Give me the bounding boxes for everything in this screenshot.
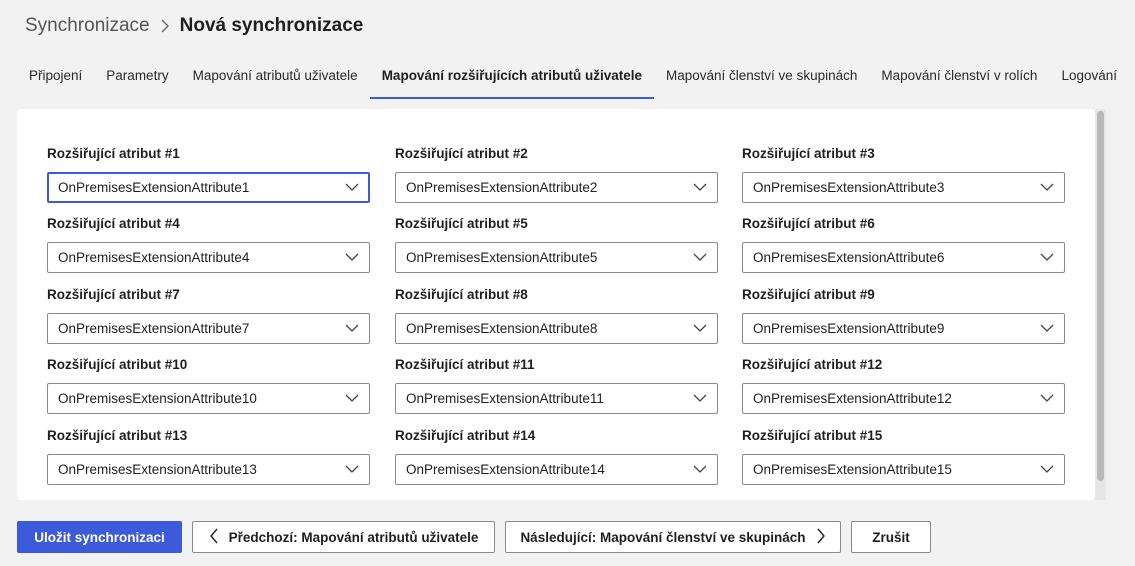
attribute-select[interactable]: OnPremisesExtensionAttribute1 (47, 172, 370, 203)
attribute-select[interactable]: OnPremisesExtensionAttribute6 (742, 242, 1065, 273)
chevron-down-icon (345, 463, 359, 477)
field-label: Rozšiřující atribut #11 (395, 357, 535, 372)
field-label: Rozšiřující atribut #5 (395, 216, 528, 231)
scrollbar-thumb[interactable] (1097, 111, 1104, 481)
chevron-down-icon (693, 392, 707, 406)
chevron-right-icon (816, 528, 826, 547)
tab-mapovani-rozsirujicich-atributu[interactable]: Mapování rozšiřujících atributů uživatel… (369, 58, 655, 99)
extension-attribute-field: Rozšiřující atribut #13 OnPremisesExtensi… (47, 427, 370, 485)
select-value: OnPremisesExtensionAttribute9 (753, 321, 945, 336)
chevron-down-icon (345, 392, 359, 406)
extension-attribute-field: Rozšiřující atribut #7 OnPremisesExtensio… (47, 286, 370, 344)
attribute-select[interactable]: OnPremisesExtensionAttribute10 (47, 383, 370, 414)
select-value: OnPremisesExtensionAttribute12 (753, 391, 952, 406)
extension-attribute-field: Rozšiřující atribut #14 OnPremisesExtensi… (395, 427, 718, 485)
extension-attribute-field: Rozšiřující atribut #11 OnPremisesExtensi… (395, 356, 718, 414)
tab-mapovani-atributu-uzivatele[interactable]: Mapování atributů uživatele (181, 58, 370, 99)
extension-attribute-field: Rozšiřující atribut #3 OnPremisesExtensio… (742, 145, 1065, 203)
tab-logovani[interactable]: Logování (1049, 58, 1129, 99)
field-label: Rozšiřující atribut #4 (47, 216, 180, 231)
tab-pripojeni[interactable]: Připojení (17, 58, 94, 99)
cancel-button[interactable]: Zrušit (851, 521, 931, 553)
chevron-down-icon (345, 322, 359, 336)
chevron-down-icon (1040, 392, 1054, 406)
select-value: OnPremisesExtensionAttribute7 (58, 321, 250, 336)
select-value: OnPremisesExtensionAttribute1 (58, 180, 250, 195)
field-label: Rozšiřující atribut #14 (395, 428, 536, 443)
attribute-select[interactable]: OnPremisesExtensionAttribute8 (395, 313, 718, 344)
tab-bar: Připojení Parametry Mapování atributů už… (17, 58, 1135, 100)
attribute-select[interactable]: OnPremisesExtensionAttribute11 (395, 383, 718, 414)
field-label: Rozšiřující atribut #9 (742, 287, 875, 302)
chevron-down-icon (345, 251, 359, 265)
attribute-select[interactable]: OnPremisesExtensionAttribute13 (47, 454, 370, 485)
attribute-select[interactable]: OnPremisesExtensionAttribute2 (395, 172, 718, 203)
form-panel: Rozšiřující atribut #1 OnPremisesExtensio… (17, 109, 1095, 500)
previous-button[interactable]: Předchozí: Mapování atributů uživatele (192, 521, 495, 553)
chevron-down-icon (693, 181, 707, 195)
extension-attribute-field: Rozšiřující atribut #6 OnPremisesExtensio… (742, 215, 1065, 273)
field-label: Rozšiřující atribut #8 (395, 287, 528, 302)
chevron-down-icon (693, 322, 707, 336)
attribute-select[interactable]: OnPremisesExtensionAttribute15 (742, 454, 1065, 485)
attribute-select[interactable]: OnPremisesExtensionAttribute4 (47, 242, 370, 273)
extension-attribute-field: Rozšiřující atribut #9 OnPremisesExtensio… (742, 286, 1065, 344)
select-value: OnPremisesExtensionAttribute11 (406, 391, 604, 406)
tab-mapovani-clenstvi-role[interactable]: Mapování členství v rolích (869, 58, 1049, 99)
chevron-right-icon (160, 19, 170, 33)
select-value: OnPremisesExtensionAttribute5 (406, 250, 598, 265)
field-label: Rozšiřující atribut #3 (742, 146, 875, 161)
chevron-down-icon (1040, 181, 1054, 195)
select-value: OnPremisesExtensionAttribute3 (753, 180, 945, 195)
field-label: Rozšiřující atribut #13 (47, 428, 188, 443)
extension-attribute-field: Rozšiřující atribut #10 OnPremisesExtensi… (47, 356, 370, 414)
select-value: OnPremisesExtensionAttribute2 (406, 180, 598, 195)
attribute-select[interactable]: OnPremisesExtensionAttribute14 (395, 454, 718, 485)
select-value: OnPremisesExtensionAttribute8 (406, 321, 598, 336)
attribute-select[interactable]: OnPremisesExtensionAttribute7 (47, 313, 370, 344)
chevron-down-icon (693, 251, 707, 265)
select-value: OnPremisesExtensionAttribute6 (753, 250, 945, 265)
tab-parametry[interactable]: Parametry (94, 58, 180, 99)
field-label: Rozšiřující atribut #15 (742, 428, 883, 443)
select-value: OnPremisesExtensionAttribute15 (753, 462, 952, 477)
select-value: OnPremisesExtensionAttribute13 (58, 462, 257, 477)
footer-actions: Uložit synchronizaci Předchozí: Mapování… (17, 521, 931, 553)
field-label: Rozšiřující atribut #12 (742, 357, 883, 372)
attribute-select[interactable]: OnPremisesExtensionAttribute9 (742, 313, 1065, 344)
field-label: Rozšiřující atribut #7 (47, 287, 180, 302)
extension-attribute-field: Rozšiřující atribut #5 OnPremisesExtensio… (395, 215, 718, 273)
page-title: Nová synchronizace (179, 15, 364, 36)
extension-attribute-field: Rozšiřující atribut #4 OnPremisesExtensio… (47, 215, 370, 273)
select-value: OnPremisesExtensionAttribute4 (58, 250, 250, 265)
save-button[interactable]: Uložit synchronizaci (17, 521, 182, 553)
field-label: Rozšiřující atribut #6 (742, 216, 875, 231)
field-label: Rozšiřující atribut #2 (395, 146, 528, 161)
scrollbar[interactable] (1095, 109, 1106, 500)
chevron-down-icon (1040, 251, 1054, 265)
select-value: OnPremisesExtensionAttribute10 (58, 391, 257, 406)
tab-mapovani-clenstvi-skupiny[interactable]: Mapování členství ve skupinách (654, 58, 869, 99)
previous-button-label: Předchozí: Mapování atributů uživatele (228, 529, 479, 545)
extension-attribute-field: Rozšiřující atribut #1 OnPremisesExtensio… (47, 145, 370, 203)
extension-attribute-field: Rozšiřující atribut #15 OnPremisesExtensi… (742, 427, 1065, 485)
attribute-select[interactable]: OnPremisesExtensionAttribute5 (395, 242, 718, 273)
attribute-select[interactable]: OnPremisesExtensionAttribute3 (742, 172, 1065, 203)
chevron-left-icon (209, 528, 219, 547)
field-label: Rozšiřující atribut #10 (47, 357, 188, 372)
extension-attribute-field: Rozšiřující atribut #2 OnPremisesExtensio… (395, 145, 718, 203)
attribute-select[interactable]: OnPremisesExtensionAttribute12 (742, 383, 1065, 414)
field-label: Rozšiřující atribut #1 (47, 146, 180, 161)
chevron-down-icon (1040, 463, 1054, 477)
next-button[interactable]: Následující: Mapování členství ve skupin… (505, 521, 841, 553)
extension-attribute-field: Rozšiřující atribut #12 OnPremisesExtensi… (742, 356, 1065, 414)
next-button-label: Následující: Mapování členství ve skupin… (520, 529, 806, 545)
chevron-down-icon (693, 463, 707, 477)
extension-attribute-field: Rozšiřující atribut #8 OnPremisesExtensio… (395, 286, 718, 344)
select-value: OnPremisesExtensionAttribute14 (406, 462, 605, 477)
chevron-down-icon (1040, 322, 1054, 336)
breadcrumb-parent[interactable]: Synchronizace (25, 15, 150, 37)
chevron-down-icon (345, 181, 359, 195)
breadcrumb: Synchronizace Nová synchronizace (25, 14, 363, 38)
